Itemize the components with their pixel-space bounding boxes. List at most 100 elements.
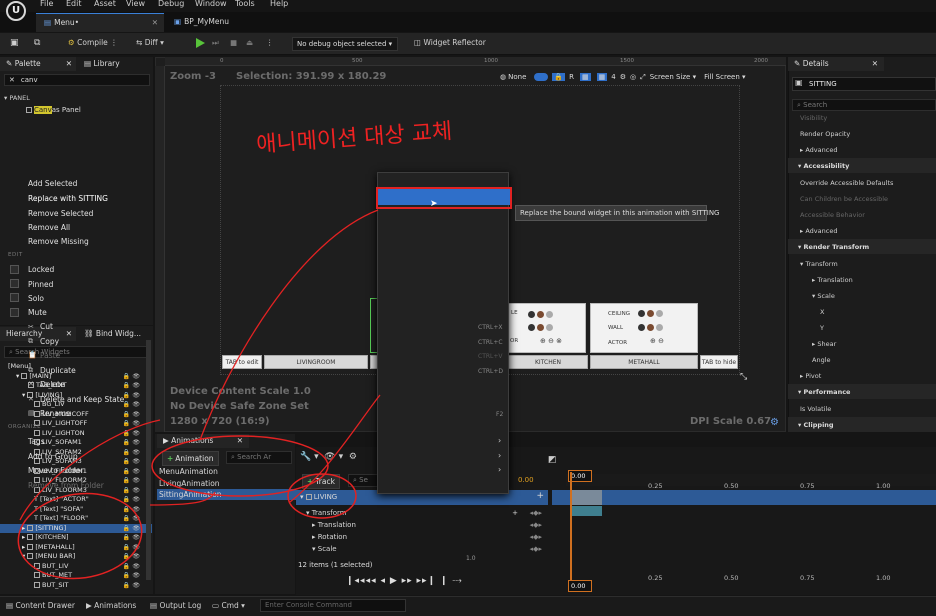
palette-search-input[interactable]: ✕ canv xyxy=(4,74,150,86)
tab-hierarchy[interactable]: Hierarchy ✕ xyxy=(0,327,76,341)
tab-palette[interactable]: ✎ Palette ✕ xyxy=(0,57,76,71)
unreal-logo-icon[interactable]: U xyxy=(6,1,26,21)
browse-icon[interactable]: ⧉ xyxy=(34,38,40,48)
pinned-checkbox[interactable] xyxy=(10,279,19,288)
solo-checkbox[interactable] xyxy=(10,293,19,302)
tab-bind-widgets[interactable]: ⛓ Bind Widg... xyxy=(78,327,153,341)
tree-row-main[interactable]: ▾ [MAIN] 🔒 👁 xyxy=(0,372,152,382)
timeline-track-living[interactable] xyxy=(552,490,936,505)
close-icon[interactable]: ✕ xyxy=(66,329,72,338)
save-icon[interactable]: ▣ xyxy=(10,38,19,48)
eye-icon[interactable]: 👁 xyxy=(132,553,140,560)
animation-item-living[interactable]: LivingAnimation xyxy=(157,478,297,489)
lock-icon[interactable]: 🔒 xyxy=(123,496,130,503)
cmd-dropdown[interactable]: ▭ Cmd ▾ xyxy=(212,601,245,610)
menu-remove-all[interactable]: Remove All xyxy=(28,223,70,232)
track-translation[interactable]: ▸ Translation ◂◆▸ xyxy=(312,520,548,531)
animation-item-menu[interactable]: MenuAnimation xyxy=(157,466,297,477)
toggle-switch-icon[interactable] xyxy=(534,73,549,81)
menu-locked[interactable]: Locked xyxy=(28,265,54,274)
track-rotation[interactable]: ▸ Rotation ◂◆▸ xyxy=(312,532,548,543)
palette-item-canvas-panel[interactable]: Canvas Panel xyxy=(26,106,81,114)
screen-size-dropdown[interactable]: Screen Size ▾ xyxy=(650,73,696,81)
lock-icon[interactable]: 🔒 xyxy=(123,506,130,513)
tab-menu[interactable]: ▤ Menu• ✕ xyxy=(36,13,164,32)
menu-duplicate[interactable]: Duplicate xyxy=(40,366,76,375)
dpi-settings-icon[interactable]: ⚙ xyxy=(770,417,779,428)
lock-icon[interactable]: 🔒 xyxy=(123,572,130,579)
animation-item-sitting[interactable]: SittingAnimation xyxy=(157,489,297,500)
eye-icon[interactable]: 👁 xyxy=(132,449,140,456)
tree-row-text-sofa[interactable]: T [Text] "SOFA" 🔒 👁 xyxy=(0,505,152,515)
close-icon[interactable]: ✕ xyxy=(66,59,72,68)
eye-icon[interactable]: 👁 xyxy=(132,477,140,484)
category-performance[interactable]: ▾ Performance xyxy=(788,384,936,399)
kitchen-button[interactable]: KITCHEN xyxy=(508,355,588,369)
eject-icon[interactable]: ⏏ xyxy=(246,38,253,47)
fit-icon[interactable]: ⤢ xyxy=(640,73,646,82)
close-tab-icon[interactable]: ✕ xyxy=(152,18,158,27)
eye-icon[interactable]: 👁 xyxy=(132,544,140,551)
key-nav-icon[interactable]: ◂◆▸ xyxy=(530,533,542,541)
eye-icon[interactable]: 👁 xyxy=(132,430,140,437)
menu-cut[interactable]: Cut xyxy=(40,322,53,331)
curve-editor-icon[interactable]: ◩ xyxy=(548,455,557,465)
grid-toggle-icon[interactable]: ▦ xyxy=(596,73,608,81)
mute-checkbox[interactable] xyxy=(10,308,19,317)
tree-row-liv-musicoff[interactable]: LIV_MUSICOFF 🔒 👁 xyxy=(0,410,152,420)
menu-copy[interactable]: Copy xyxy=(40,337,59,346)
eye-icon[interactable]: 👁 xyxy=(132,487,140,494)
menu-tags[interactable]: Tags xyxy=(28,437,45,446)
track-transform[interactable]: ▾ Transform + ◂◆▸ xyxy=(306,508,548,519)
eye-icon[interactable]: 👁 xyxy=(132,506,140,513)
lock-icon[interactable]: 🔒 xyxy=(123,468,130,475)
tab-animations[interactable]: ▶ Animations ✕ xyxy=(157,434,249,448)
category-render-transform[interactable]: ▾ Render Transform xyxy=(788,239,936,254)
menu-view[interactable]: View xyxy=(126,0,145,8)
close-icon[interactable]: ✕ xyxy=(237,436,243,445)
menu-remove-selected[interactable]: Remove Selected xyxy=(28,209,93,218)
lock-icon[interactable]: 🔒 xyxy=(123,563,130,570)
lock-icon[interactable]: 🔒 xyxy=(123,411,130,418)
lock-icon[interactable]: 🔒 xyxy=(123,582,130,589)
settings-icon[interactable]: ⚙ xyxy=(620,73,626,81)
tree-row-liv-sofam1[interactable]: LIV_SOFAM1 🔒 👁 xyxy=(0,438,152,448)
menu-remove-missing[interactable]: Remove Missing xyxy=(28,237,89,246)
menu-delete[interactable]: Delete xyxy=(40,380,65,389)
detail-scale[interactable]: ▾ Scale xyxy=(788,288,936,303)
close-icon[interactable]: ✕ xyxy=(872,59,878,68)
detail-is-volatile[interactable]: Is Volatile xyxy=(788,401,936,416)
detail-scale-y[interactable]: Y xyxy=(788,320,936,335)
eye-icon[interactable]: 👁 xyxy=(132,458,140,465)
key-nav-icon[interactable]: ◂◆▸ xyxy=(530,509,542,517)
lock-icon[interactable]: 🔒 xyxy=(123,382,130,389)
add-track-button[interactable]: + Track xyxy=(302,474,340,489)
camera-icon[interactable]: ◎ xyxy=(630,73,636,81)
hierarchy-search-input[interactable]: ⌕ Search Widgets xyxy=(4,346,150,358)
eye-icon[interactable]: 👁 xyxy=(132,515,140,522)
content-drawer-button[interactable]: ▤ Content Drawer xyxy=(6,601,75,610)
menu-move-to-folder[interactable]: Move to Folder xyxy=(28,466,84,475)
detail-scale-x[interactable]: X xyxy=(788,304,936,319)
lock-icon[interactable]: 🔒 xyxy=(123,534,130,541)
eye-icon[interactable]: 👁 xyxy=(132,525,140,532)
menu-help[interactable]: Help xyxy=(270,0,288,8)
add-animation-button[interactable]: + Animation xyxy=(162,451,219,466)
eye-icon[interactable]: 👁 xyxy=(132,382,140,389)
tree-row-menu[interactable]: [Menu] xyxy=(0,362,152,372)
category-accessibility[interactable]: ▾ Accessibility xyxy=(788,158,936,173)
tree-row-metahall[interactable]: ▸ [METAHALL] 🔒 👁 xyxy=(0,543,152,553)
grid-size-value[interactable]: 4 xyxy=(611,73,615,81)
clear-search-icon[interactable]: ✕ xyxy=(9,76,15,84)
tree-row-menu-bar[interactable]: ▾ [MENU BAR] 🔒 👁 xyxy=(0,552,152,562)
tree-row-tab-edit[interactable]: TAB_EDIT 🔒 👁 xyxy=(0,381,152,391)
key-nav-icon[interactable]: ◂◆▸ xyxy=(530,521,542,529)
eye-icon[interactable]: 👁 xyxy=(132,582,140,589)
lock-icon[interactable]: 🔒 xyxy=(123,420,130,427)
eye-icon[interactable]: 👁 xyxy=(132,439,140,446)
menu-mute[interactable]: Mute xyxy=(28,308,47,317)
fill-screen-dropdown[interactable]: Fill Screen ▾ xyxy=(704,73,745,81)
compile-button[interactable]: ⚙ Compile ⋮ xyxy=(68,38,118,47)
r-button[interactable]: R xyxy=(569,73,574,81)
current-frame-value[interactable]: 0.00 xyxy=(518,476,534,484)
